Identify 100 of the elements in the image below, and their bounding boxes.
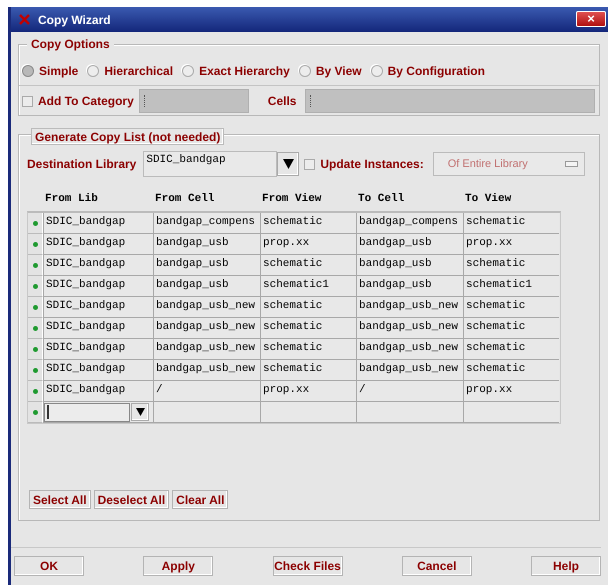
table-cell: SDIC_bandgap [43,276,153,297]
table-cell: SDIC_bandgap [43,234,153,255]
table-cell: bandgap_usb_new [356,297,463,318]
table-cell: schematic [463,255,559,276]
column-header: From Cell [154,193,216,205]
table-cell: SDIC_bandgap [43,360,153,381]
table-cell: SDIC_bandgap [43,213,153,234]
row-marker[interactable] [28,276,43,297]
list-button[interactable]: Select All [29,490,91,509]
row-marker[interactable] [28,297,43,318]
table-cell: schematic [260,255,356,276]
list-button[interactable]: Clear All [172,490,228,509]
dialog-button[interactable]: OK [14,556,84,576]
table-cell: SDIC_bandgap [43,297,153,318]
table-cell: schematic1 [260,276,356,297]
generate-button[interactable]: Generate Copy List (not needed) [31,128,224,145]
table-cell: schematic [260,318,356,339]
table-cell: schematic [260,339,356,360]
table-cell: bandgap_usb_new [356,360,463,381]
column-header: From View [261,193,322,205]
table-cell: schematic [260,360,356,381]
row-marker[interactable] [28,360,43,381]
library-field[interactable] [44,402,130,422]
dropdown-button[interactable] [131,403,149,421]
menu-indicator-icon [564,161,578,167]
table-cell: schematic1 [463,276,559,297]
dialog-button[interactable]: Cancel [402,556,472,576]
table-cell: bandgap_usb [153,255,260,276]
table-cell: bandgap_usb_new [153,360,260,381]
table-cell: schematic [260,297,356,318]
group-title: Copy Options [27,37,114,51]
row-marker[interactable] [28,213,43,234]
list-button[interactable]: Deselect All [94,490,170,509]
checkbox-label: Add To Category [38,94,134,108]
radio-icon[interactable] [22,65,34,77]
table-cell: bandgap_usb_new [356,339,463,360]
dialog-button[interactable]: Apply [143,556,214,576]
dialog-button[interactable]: Check Files [272,556,342,576]
radio-icon[interactable] [370,65,383,77]
radio-icon[interactable] [87,65,100,77]
caret-icon [282,159,294,169]
radio-icon[interactable] [182,65,194,77]
close-button[interactable]: × [576,11,606,27]
radio-option[interactable]: By View [298,64,362,78]
radio-label: Hierarchical [104,64,174,78]
row-marker[interactable] [28,234,43,255]
table-cell: prop.xx [260,234,356,255]
radio-option[interactable]: Hierarchical [87,64,174,78]
radio-icon[interactable] [298,65,311,77]
table-cell: bandgap_compens [356,213,463,234]
radio-option[interactable]: Exact Hierarchy [182,64,290,78]
checkbox-label: Update Instances: [320,157,424,171]
table-cell: bandgap_usb [356,255,463,276]
table-cell: schematic [463,360,559,381]
destination-label: Destination Library [27,157,136,171]
table-cell: schematic [260,213,356,234]
table-cell: bandgap_usb_new [153,318,260,339]
table-cell: bandgap_usb [356,276,463,297]
caret-icon [136,408,144,416]
window-title: Copy Wizard [38,12,111,26]
dialog-button[interactable]: Help [531,556,601,576]
checkbox[interactable] [304,158,316,170]
checkbox[interactable] [22,96,33,106]
row-marker[interactable] [28,381,43,402]
table-cell: prop.xx [463,234,559,255]
row-marker[interactable] [28,402,43,423]
table-cell: / [153,381,260,402]
cells-field[interactable] [305,89,596,113]
cells-label: Cells [268,94,296,108]
table-cell: bandgap_usb [153,234,260,255]
column-header: From Lib [44,193,99,205]
column-header: To View [464,193,512,205]
radio-option[interactable]: Simple [22,64,78,78]
x-icon [19,14,30,25]
row-marker[interactable] [28,255,43,276]
row-marker[interactable] [28,318,43,339]
table-cell: SDIC_bandgap [43,381,153,402]
table-cell: bandgap_compens [153,213,260,234]
table-cell: SDIC_bandgap [43,339,153,360]
table-cell: SDIC_bandgap [43,255,153,276]
row-marker[interactable] [28,339,43,360]
table-cell: SDIC_bandgap [43,318,153,339]
table-cell: prop.xx [260,381,356,402]
table-cell: schematic [463,213,559,234]
table-cell: bandgap_usb_new [153,297,260,318]
table-cell: bandgap_usb [356,234,463,255]
table-cell: / [356,381,463,402]
radio-label: Exact Hierarchy [199,64,290,78]
destination-field[interactable]: SDIC_bandgap [143,151,278,177]
table-cell: bandgap_usb_new [153,339,260,360]
radio-label: By View [316,64,362,78]
table-cell: schematic [463,339,559,360]
dropdown-button[interactable] [277,152,300,176]
category-field[interactable] [138,89,249,113]
table-cell: bandgap_usb_new [356,318,463,339]
column-header: To Cell [357,193,406,205]
radio-label: Simple [39,64,78,78]
table-cell: schematic [463,318,559,339]
table-cell: prop.xx [463,381,559,402]
table-cell: schematic [463,297,559,318]
